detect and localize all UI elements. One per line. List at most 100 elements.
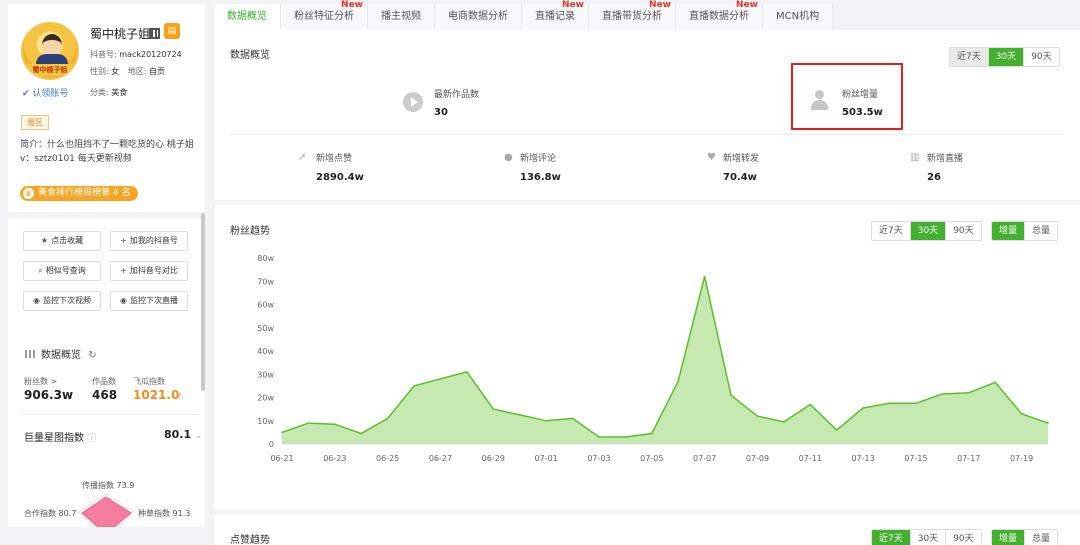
- summary-title: 数据概览: [230, 50, 270, 61]
- range-7d[interactable]: 近7天: [950, 48, 989, 66]
- y-tick-label: 0: [269, 440, 274, 449]
- x-tick-label: 06-29: [482, 454, 505, 463]
- radar-chart: [77, 493, 135, 527]
- data-point: [1047, 422, 1049, 424]
- range-7d[interactable]: 近7天: [872, 530, 911, 545]
- fans-trend-card: 粉丝趋势 近7天 30天 90天 增量 总量 0 10w 20w 30w 40w 50w 6…: [214, 205, 1080, 510]
- x-tick-label: 07-15: [904, 454, 927, 463]
- data-point: [307, 422, 310, 424]
- tab-fans-analysis[interactable]: 粉丝特征分析 New: [281, 0, 368, 30]
- x-tick-label: 07-03: [587, 454, 610, 463]
- heart-icon: ♥: [707, 152, 716, 163]
- x-tick-label: 06-21: [270, 454, 293, 463]
- data-point: [967, 392, 970, 394]
- profile-panel: 蜀中桃子姐 蜀中桃子姐 ▤ 抖音号: mack20120724 性别: 女 地区…: [8, 4, 205, 527]
- likes-trend-title: 点赞趋势: [230, 535, 270, 545]
- data-point: [571, 417, 574, 420]
- data-point: [809, 403, 812, 406]
- shares-label: 新增转发: [723, 154, 760, 164]
- y-tick-label: 80w: [257, 254, 274, 263]
- new-badge: New: [562, 0, 584, 10]
- y-tick-label: 30w: [257, 370, 274, 379]
- likes-value: 2890.4w: [316, 172, 364, 183]
- data-point: [386, 417, 389, 420]
- tab-videos[interactable]: 播主视频: [368, 4, 435, 30]
- comment-icon: ●: [504, 152, 513, 163]
- x-tick-label: 07-09: [746, 454, 769, 463]
- x-tick-label: 07-13: [851, 454, 874, 463]
- lives-label: 新增直播: [927, 154, 964, 164]
- range-30d[interactable]: 30天: [910, 530, 947, 545]
- new-badge: New: [341, 0, 363, 10]
- tab-label: 直播带货分析: [602, 11, 662, 22]
- data-point: [677, 380, 680, 383]
- tab-label: 电商数据分析: [448, 11, 508, 22]
- fans-area: [282, 276, 1048, 444]
- x-tick-label: 06-27: [429, 454, 452, 463]
- data-point: [334, 423, 336, 426]
- data-point: [994, 381, 996, 384]
- tab-bar: 数据概览 粉丝特征分析 New 播主视频 电商数据分析 直播记录 New 直播带货分…: [214, 0, 1080, 30]
- x-tick-label: 07-11: [799, 454, 822, 463]
- data-point: [466, 371, 468, 373]
- y-tick-label: 40w: [257, 347, 274, 356]
- tab-live-sales[interactable]: 直播带货分析 New: [589, 0, 676, 30]
- mode-increment[interactable]: 增量: [992, 530, 1026, 545]
- tab-label: 直播数据分析: [689, 11, 749, 22]
- latest-works-label: 最新作品数: [434, 90, 480, 100]
- tab-mcn[interactable]: MCN机构: [763, 4, 834, 30]
- tab-label: 数据概览: [227, 11, 267, 22]
- share-arrow-icon: ➚: [298, 152, 307, 163]
- x-tick-label: 07-05: [640, 454, 663, 463]
- bar-chart-icon: ▥: [910, 152, 920, 163]
- data-point: [888, 402, 891, 405]
- summary-card: 数据概览 近7天 30天 90天 最新作品数 30 粉丝增量 503.5w ➚ …: [214, 30, 1080, 200]
- summary-range-toggle: 近7天 30天 90天: [949, 47, 1060, 67]
- y-tick-label: 70w: [257, 277, 274, 286]
- data-point: [1020, 412, 1023, 415]
- data-point: [835, 429, 838, 431]
- comments-value: 136.8w: [520, 172, 561, 183]
- play-icon: [403, 92, 423, 112]
- tab-label: 直播记录: [535, 11, 575, 22]
- tab-live-data[interactable]: 直播数据分析 New: [676, 0, 763, 30]
- x-tick-label: 06-23: [323, 454, 346, 463]
- new-badge: New: [736, 0, 758, 10]
- likes-label: 新增点赞: [316, 154, 353, 164]
- tab-ecommerce[interactable]: 电商数据分析: [435, 4, 522, 30]
- new-badge: New: [649, 0, 671, 10]
- data-point: [598, 436, 600, 438]
- x-tick-label: 07-07: [693, 454, 716, 463]
- data-point: [281, 431, 283, 434]
- data-point: [439, 378, 442, 380]
- tab-live-records[interactable]: 直播记录 New: [522, 0, 589, 30]
- data-point: [492, 408, 495, 410]
- mode-total[interactable]: 总量: [1025, 530, 1058, 545]
- y-tick-label: 10w: [257, 417, 274, 426]
- sidebar-scrollbar[interactable]: [201, 213, 205, 391]
- data-point: [915, 402, 917, 405]
- x-tick-label: 07-17: [957, 454, 980, 463]
- tab-overview[interactable]: 数据概览: [214, 4, 281, 30]
- x-tick-label: 07-01: [535, 454, 558, 463]
- comments-label: 新增评论: [520, 154, 557, 164]
- y-tick-label: 60w: [257, 301, 274, 310]
- highlight-box: [791, 63, 903, 130]
- range-30d[interactable]: 30天: [988, 48, 1025, 66]
- data-point: [703, 275, 706, 278]
- range-90d[interactable]: 90天: [946, 530, 981, 545]
- data-point: [518, 414, 521, 416]
- data-point: [941, 393, 944, 395]
- fans-trend-chart: 0 10w 20w 30w 40w 50w 60w 70w 80w 06-21 06-23 06-25…: [257, 254, 1049, 463]
- data-point: [650, 432, 653, 435]
- data-point: [413, 385, 415, 387]
- likes-trend-range-toggle: 近7天 30天 90天: [871, 529, 982, 545]
- lives-value: 26: [927, 172, 941, 183]
- likes-trend-card: 点赞趋势 近7天 30天 90天 增量 总量: [214, 515, 1080, 545]
- tab-label: 粉丝特征分析: [294, 11, 354, 22]
- latest-works-value: 30: [434, 107, 448, 118]
- data-point: [360, 432, 363, 435]
- data-point: [756, 415, 759, 417]
- range-90d[interactable]: 90天: [1024, 48, 1059, 66]
- y-tick-label: 20w: [257, 394, 274, 403]
